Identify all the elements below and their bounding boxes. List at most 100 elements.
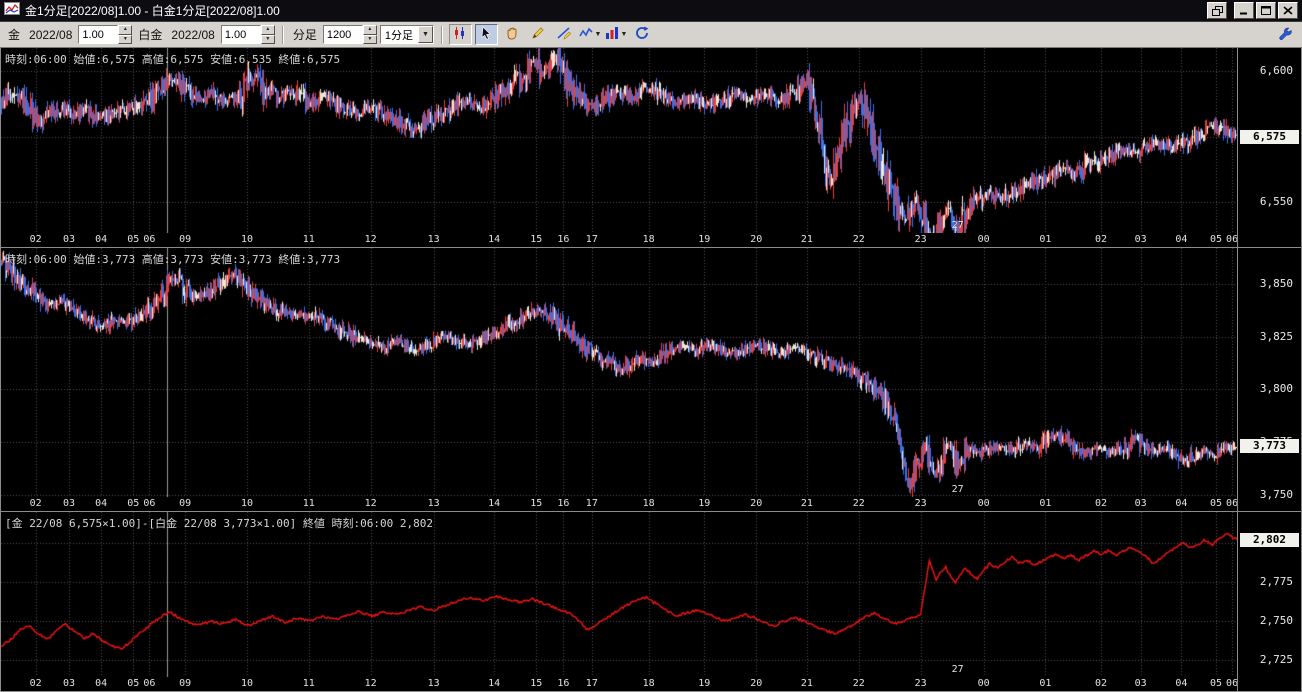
platinum-multiplier-down-button[interactable]: ▼ [260, 34, 275, 44]
time-tick-label: 02 [29, 678, 42, 689]
time-tick-label: 04 [1175, 498, 1188, 509]
pan-hand-tool-button[interactable] [500, 24, 524, 45]
gold-chart-panel: 時刻:06:00 始値:6,575 高値:6,575 安値:6,535 終値:6… [1, 48, 1301, 248]
time-tick-label: 12 [364, 234, 377, 245]
time-tick-label: 06 [1226, 678, 1237, 689]
time-tick-label: 02 [1095, 234, 1108, 245]
freeline-tool-button[interactable]: ▼ [578, 24, 602, 45]
time-tick-label: 11 [302, 678, 315, 689]
time-tick-label: 16 [557, 498, 570, 509]
refresh-button[interactable] [630, 24, 654, 45]
time-tick-label: 16 [557, 234, 570, 245]
spread-chart-area[interactable]: [金 22/08 6,575×1.00]-[白金 22/08 3,773×1.0… [1, 512, 1237, 677]
time-tick-label: 05 [1209, 234, 1223, 245]
time-tick-label: 04 [95, 678, 108, 689]
time-tick-label: 03 [62, 498, 76, 509]
platinum-multiplier-up-button[interactable]: ▲ [260, 25, 275, 35]
bar-count-spinner: ▲▼ [322, 25, 377, 44]
time-tick-label: 10 [240, 498, 253, 509]
time-tick-label: 23 [914, 234, 927, 245]
time-tick-label: 09 [179, 678, 192, 689]
price-tick-label: 2,725 [1259, 652, 1293, 666]
time-tick-label: 19 [698, 498, 711, 509]
candle-chart-tool-button[interactable] [448, 24, 472, 45]
freeline-icon [579, 26, 594, 43]
time-tick-label: 02 [29, 498, 42, 509]
time-tick-label: 14 [488, 234, 501, 245]
timeframe-select[interactable]: 1分足 ▼ [379, 25, 434, 44]
chevron-down-icon: ▼ [417, 26, 433, 43]
trendline-tool-button[interactable] [552, 24, 576, 45]
time-tick-label: 03 [1134, 498, 1147, 509]
close-button[interactable] [1278, 2, 1298, 19]
time-tick-label: 17 [585, 678, 598, 689]
time-tick-label: 03 [62, 234, 76, 245]
gold-candle-canvas[interactable] [1, 48, 1237, 233]
time-tick-label: 04 [1175, 234, 1188, 245]
chevron-down-icon: ▼ [594, 31, 602, 38]
candle-chart-icon [453, 26, 467, 43]
current-price-badge: 3,773 [1240, 439, 1299, 454]
time-tick-label: 12 [364, 498, 377, 509]
bar-count-input[interactable] [322, 25, 363, 44]
time-tick-label: 04 [1175, 678, 1188, 689]
time-tick-label: 15 [530, 678, 543, 689]
gold-symbol-label: 金 [8, 28, 21, 42]
time-tick-label: 13 [427, 678, 440, 689]
time-tick-label: 00 [977, 678, 990, 689]
gold-multiplier-down-button[interactable]: ▼ [118, 34, 133, 44]
chart-type-dropdown-button[interactable]: ▼ [604, 24, 628, 45]
time-tick-label: 00 [977, 234, 990, 245]
time-tick-label: 05 [127, 498, 140, 509]
gold-chart-area[interactable]: 時刻:06:00 始値:6,575 高値:6,575 安値:6,535 終値:6… [1, 48, 1237, 233]
spread-line-canvas[interactable] [1, 512, 1237, 677]
maximize-button[interactable] [1256, 2, 1276, 19]
restore-window-button[interactable] [1207, 2, 1227, 19]
window-controls [1207, 2, 1298, 19]
platinum-symbol-label: 白金 [138, 28, 163, 42]
bar-chart-icon [605, 26, 619, 43]
bar-count-down-button[interactable]: ▼ [362, 34, 377, 44]
time-tick-label: 06 [1226, 498, 1237, 509]
time-tick-label: 23 [914, 498, 927, 509]
time-tick-label: 01 [1039, 234, 1052, 245]
hand-icon [505, 26, 519, 43]
platinum-candle-canvas[interactable] [1, 248, 1237, 497]
minimize-button[interactable] [1234, 2, 1254, 19]
cursor-tool-button[interactable] [474, 24, 498, 45]
time-tick-label: 12 [364, 678, 377, 689]
price-tick-label: 2,750 [1259, 613, 1293, 627]
platinum-contract-label: 2022/08 [171, 27, 215, 42]
timeframe-selected-value: 1分足 [384, 29, 413, 42]
time-tick-label: 02 [29, 234, 42, 245]
time-tick-label: 05 [1209, 498, 1223, 509]
platinum-time-axis: 02 03 04 05 06 09 10 11 12 13 14 15 16 17 18 19 20 21 22 23… [1, 497, 1237, 511]
time-tick-label: 18 [642, 678, 655, 689]
time-tick-label: 04 [95, 234, 108, 245]
gold-multiplier-input[interactable] [78, 25, 119, 44]
gold-multiplier-up-button[interactable]: ▲ [118, 25, 133, 35]
time-tick-label: 23 [914, 678, 927, 689]
toolbar-separator [440, 25, 442, 44]
pencil-tool-button[interactable] [526, 24, 550, 45]
time-tick-label: 03 [1134, 678, 1147, 689]
spread-chart-panel: [金 22/08 6,575×1.00]-[白金 22/08 3,773×1.0… [1, 512, 1301, 692]
bar-count-up-button[interactable]: ▲ [362, 25, 377, 35]
current-price-badge: 6,575 [1240, 129, 1299, 144]
cursor-icon [479, 26, 493, 43]
time-tick-label: 05 [127, 234, 140, 245]
time-tick-label: 01 [1039, 678, 1052, 689]
time-tick-label: 00 [977, 498, 990, 509]
time-tick-label: 05 [1209, 678, 1223, 689]
app-icon [4, 1, 20, 20]
pencil-icon [531, 26, 545, 43]
time-tick-label: 22 [852, 678, 865, 689]
platinum-chart-area[interactable]: 時刻:06:00 始値:3,773 高値:3,773 安値:3,773 終値:3… [1, 248, 1237, 497]
platinum-price-axis: 3,8503,8253,8003,7753,7503,773 [1237, 248, 1301, 511]
gold-time-axis: 02 03 04 05 06 09 10 11 12 13 14 15 16 17 18 19 20 21 22 23… [1, 233, 1237, 247]
time-tick-label: 06 [143, 678, 156, 689]
platinum-multiplier-input[interactable] [220, 25, 261, 44]
gold-contract-label: 2022/08 [29, 27, 73, 42]
settings-wrench-button[interactable] [1274, 24, 1297, 45]
price-tick-label: 2,775 [1259, 575, 1293, 589]
